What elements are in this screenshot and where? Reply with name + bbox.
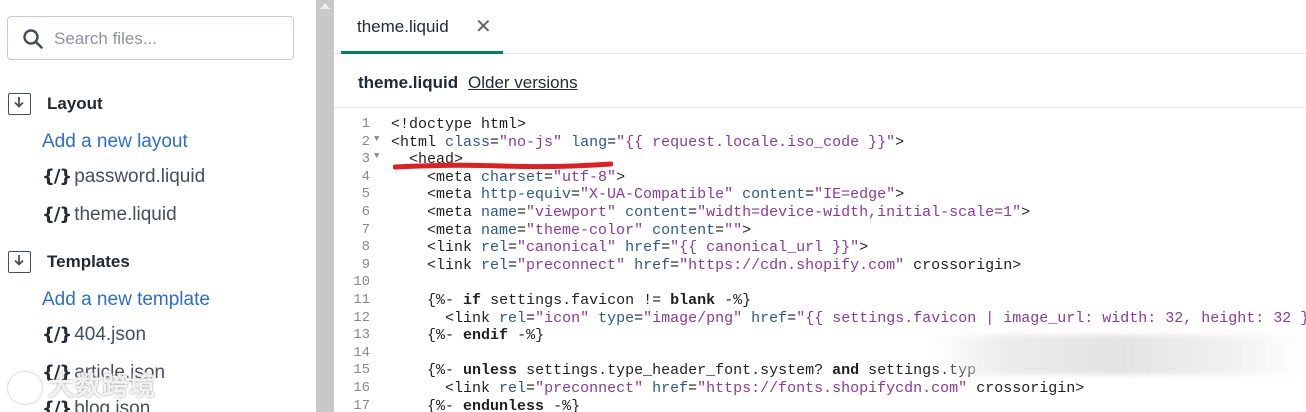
code-text: <meta name="viewport" content="width=dev…: [391, 204, 1031, 221]
code-line[interactable]: 11 {%- if settings.favicon != blank -%}: [334, 292, 1306, 309]
section-title-templates: Templates: [47, 252, 130, 271]
folder-download-icon: [8, 251, 31, 273]
liquid-file-icon: {/}: [42, 204, 72, 225]
file-item-404-json[interactable]: {/} 404.json: [42, 324, 146, 352]
sidebar-scrollbar[interactable]: [316, 0, 334, 412]
file-item-theme-liquid[interactable]: {/} theme.liquid: [42, 204, 177, 232]
line-number: 9: [361, 256, 370, 273]
fold-arrow-icon[interactable]: ▼: [374, 151, 386, 161]
line-number: 1: [361, 116, 370, 132]
blurred-region: [930, 335, 1306, 375]
add-new-template-link[interactable]: Add a new template: [42, 289, 210, 311]
line-number: 17: [353, 397, 370, 412]
tab-bar: theme.liquid ✕: [334, 0, 1306, 54]
red-annotation-underline: [393, 161, 613, 170]
add-new-layout-link[interactable]: Add a new layout: [42, 131, 188, 153]
code-line[interactable]: 6 <meta name="viewport" content="width=d…: [334, 204, 1306, 221]
line-number: 5: [361, 186, 370, 203]
code-text: <link rel="preconnect" href="https://fon…: [391, 380, 1085, 397]
line-number: 7: [361, 221, 370, 238]
code-line[interactable]: 16 <link rel="preconnect" href="https://…: [334, 380, 1306, 397]
section-title-layout: Layout: [47, 94, 103, 113]
line-number: 3: [361, 151, 370, 168]
code-text: <html class="no-js" lang="{{ request.loc…: [391, 133, 905, 151]
watermark-logo-icon: [8, 372, 42, 405]
line-number: 4: [361, 168, 370, 185]
code-text: <link rel="canonical" href="{{ canonical…: [391, 239, 869, 257]
file-name: password.liquid: [74, 166, 206, 187]
liquid-file-icon: {/}: [42, 324, 72, 345]
code-line[interactable]: 5 <meta http-equiv="X-UA-Compatible" con…: [334, 186, 1306, 203]
code-text: {%- unless settings.type_header_font.sys…: [427, 362, 977, 380]
line-number: 10: [353, 274, 370, 291]
line-number: 11: [353, 292, 370, 308]
code-text: {%- if settings.favicon != blank -%}: [427, 292, 752, 309]
older-versions-link[interactable]: Older versions: [468, 73, 578, 93]
section-layout[interactable]: Layout: [0, 88, 316, 120]
line-number: 13: [353, 327, 370, 344]
file-name: 404.json: [74, 324, 147, 345]
folder-download-icon: [8, 93, 31, 115]
file-sidebar: Layout Add a new layout {/}password.liqu…: [0, 0, 316, 412]
code-text: <meta name="theme-color" content="">: [391, 221, 752, 239]
code-text: <link rel="preconnect" href="https://cdn…: [391, 256, 1022, 274]
fold-arrow-icon[interactable]: ▼: [374, 134, 386, 144]
file-header: theme.liquid Older versions: [334, 55, 1306, 108]
code-text: {%- endif -%}: [427, 327, 545, 345]
code-text: {%- endunless -%}: [427, 397, 581, 412]
code-line[interactable]: 17 {%- endunless -%}: [334, 398, 1306, 412]
section-templates[interactable]: Templates: [0, 246, 316, 278]
line-number: 8: [361, 239, 370, 256]
line-number: 6: [361, 204, 370, 220]
search-icon: [23, 29, 43, 49]
search-input[interactable]: [54, 25, 284, 53]
line-number: 16: [353, 380, 370, 396]
code-line[interactable]: 2 ▼ <html class="no-js" lang="{{ request.l…: [334, 134, 1306, 151]
code-line[interactable]: 1 <!doctype html>: [334, 116, 1306, 133]
code-line[interactable]: 12 <link rel="icon" type="image/png" hre…: [334, 310, 1306, 327]
liquid-file-icon: {/}: [42, 166, 72, 187]
tab-theme-liquid[interactable]: theme.liquid ✕: [341, 0, 503, 54]
search-box[interactable]: [7, 16, 294, 60]
code-text: <link rel="icon" type="image/png" href="…: [391, 309, 1306, 327]
scroll-up-icon[interactable]: [320, 3, 330, 9]
line-number: 15: [353, 362, 370, 379]
watermark: 大数跨境: [8, 366, 156, 406]
code-line[interactable]: 7 <meta name="theme-color" content="">: [334, 222, 1306, 239]
code-text: <meta http-equiv="X-UA-Compatible" conte…: [391, 186, 905, 204]
line-number: 14: [353, 344, 370, 361]
code-text: <!doctype html>: [391, 116, 527, 133]
code-line[interactable]: 10: [334, 274, 1306, 291]
watermark-text: 大数跨境: [48, 371, 157, 401]
line-number: 12: [353, 309, 370, 326]
code-line[interactable]: 9 <link rel="preconnect" href="https://c…: [334, 257, 1306, 274]
close-icon[interactable]: ✕: [475, 14, 492, 38]
file-item-password-liquid[interactable]: {/} password.liquid: [42, 166, 205, 194]
file-title: theme.liquid: [358, 73, 459, 92]
tab-label: theme.liquid: [357, 17, 449, 36]
file-name: theme.liquid: [74, 204, 177, 225]
line-number: 2: [361, 133, 370, 150]
code-line[interactable]: 8 <link rel="canonical" href="{{ canonic…: [334, 239, 1306, 256]
